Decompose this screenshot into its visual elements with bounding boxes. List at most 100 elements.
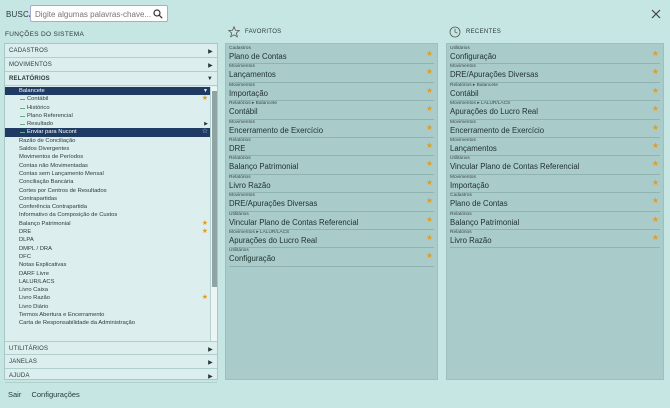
item-name[interactable]: Contábil: [450, 89, 660, 99]
item-name[interactable]: DRE/Apurações Diversas: [229, 199, 434, 209]
item-name[interactable]: Apurações do Lucro Real: [229, 236, 434, 246]
favoritos-item[interactable]: Movimentos Lançamentos ★: [229, 64, 434, 83]
tree-item[interactable]: Conciliação Bancária: [5, 178, 212, 186]
star-filled-icon[interactable]: ★: [426, 215, 433, 224]
item-name[interactable]: Balanço Patrimonial: [450, 218, 660, 228]
item-name[interactable]: Plano de Contas: [229, 52, 434, 62]
tree-item[interactable]: Contábil ★: [5, 95, 212, 103]
star-filled-icon[interactable]: ★: [426, 141, 433, 150]
tree-item[interactable]: Livro Razão ★: [5, 294, 212, 302]
tree-item[interactable]: Informativo da Composição de Custos: [5, 211, 212, 219]
tree-item[interactable]: Balancete ▼: [5, 87, 212, 96]
recentes-item[interactable]: Relatórios Livro Razão ★: [450, 230, 660, 249]
star-filled-icon[interactable]: ★: [652, 49, 659, 58]
star-filled-icon[interactable]: ★: [202, 95, 208, 103]
recentes-item[interactable]: Utilitários Configuração ★: [450, 46, 660, 65]
tree-item[interactable]: DRE ★: [5, 228, 212, 236]
section-movimentos[interactable]: MOVIMENTOS ▶: [5, 58, 217, 72]
favoritos-item[interactable]: Movimentos Importação ★: [229, 83, 434, 102]
item-name[interactable]: Livro Razão: [450, 236, 660, 246]
item-name[interactable]: DRE: [229, 144, 434, 154]
scrollbar[interactable]: [210, 87, 217, 341]
search-icon[interactable]: [153, 9, 163, 19]
tree-item[interactable]: Conferência Contrapartida: [5, 203, 212, 211]
tree-item[interactable]: Notas Explicativas: [5, 261, 212, 269]
item-name[interactable]: Configuração: [229, 254, 434, 264]
close-icon[interactable]: [650, 8, 662, 20]
section-utilitarios[interactable]: UTILITÁRIOS ▶: [5, 341, 217, 355]
search-input[interactable]: [35, 8, 153, 20]
scrollbar-thumb[interactable]: [212, 91, 217, 287]
item-name[interactable]: Apurações do Lucro Real: [450, 107, 660, 117]
tree-item[interactable]: DARF Livre: [5, 270, 212, 278]
item-name[interactable]: Vincular Plano de Contas Referencial: [450, 162, 660, 172]
recentes-item[interactable]: Cadastros Plano de Contas ★: [450, 193, 660, 212]
settings-link[interactable]: Configurações: [31, 390, 79, 399]
item-name[interactable]: Lançamentos: [229, 70, 434, 80]
item-name[interactable]: Livro Razão: [229, 181, 434, 191]
star-filled-icon[interactable]: ★: [426, 233, 433, 242]
star-filled-icon[interactable]: ★: [426, 251, 433, 260]
star-filled-icon[interactable]: ★: [652, 67, 659, 76]
tree-item[interactable]: Plano Referencial: [5, 112, 212, 120]
tree-item[interactable]: Livro Diário: [5, 303, 212, 311]
tree-item[interactable]: Saldos Divergentes: [5, 145, 212, 153]
favoritos-item[interactable]: Movimentos ▸ LALUR/LACS Apurações do Lucr…: [229, 230, 434, 249]
tree-item[interactable]: Contrapartidas: [5, 195, 212, 203]
star-filled-icon[interactable]: ★: [652, 104, 659, 113]
star-filled-icon[interactable]: ★: [202, 228, 208, 236]
star-outline-icon[interactable]: ☆: [202, 128, 208, 136]
tree-item[interactable]: LALUR/LACS: [5, 278, 212, 286]
star-filled-icon[interactable]: ★: [652, 215, 659, 224]
favoritos-item[interactable]: Relatórios DRE ★: [229, 138, 434, 157]
search-box[interactable]: [30, 5, 168, 22]
item-name[interactable]: Importação: [450, 181, 660, 191]
star-filled-icon[interactable]: ★: [652, 141, 659, 150]
star-filled-icon[interactable]: ★: [652, 123, 659, 132]
exit-link[interactable]: Sair: [8, 390, 21, 399]
star-filled-icon[interactable]: ★: [426, 104, 433, 113]
tree-item[interactable]: Contas não Movimentadas: [5, 162, 212, 170]
recentes-item[interactable]: Movimentos Importação ★: [450, 175, 660, 194]
star-filled-icon[interactable]: ★: [202, 294, 208, 302]
recentes-item[interactable]: Movimentos Lançamentos ★: [450, 138, 660, 157]
recentes-item[interactable]: Movimentos DRE/Apurações Diversas ★: [450, 64, 660, 83]
star-filled-icon[interactable]: ★: [202, 220, 208, 228]
tree-item[interactable]: Contas sem Lançamento Mensal: [5, 170, 212, 178]
tree-item[interactable]: DLPA: [5, 236, 212, 244]
tree-item[interactable]: Razão de Conciliação: [5, 137, 212, 145]
star-filled-icon[interactable]: ★: [652, 86, 659, 95]
favoritos-item[interactable]: Movimentos DRE/Apurações Diversas ★: [229, 193, 434, 212]
favoritos-item[interactable]: Relatórios ▸ Balancete Contábil ★: [229, 101, 434, 120]
star-filled-icon[interactable]: ★: [426, 196, 433, 205]
recentes-item[interactable]: Movimentos Encerramento de Exercício ★: [450, 120, 660, 138]
tree-item[interactable]: DFC: [5, 253, 212, 261]
section-relatorios[interactable]: RELATÓRIOS ▼: [5, 72, 217, 86]
tree-item[interactable]: Carta de Responsabilidade da Administraç…: [5, 319, 212, 327]
tree-item[interactable]: Movimentos de Períodos: [5, 153, 212, 161]
tree-item[interactable]: Termos Abertura e Encerramento: [5, 311, 212, 319]
section-ajuda[interactable]: AJUDA ▶: [5, 369, 217, 383]
tree-item[interactable]: Livro Caixa: [5, 286, 212, 294]
recentes-item[interactable]: Movimentos ▸ LALUR/LACS Apurações do Lucr…: [450, 101, 660, 120]
item-name[interactable]: Encerramento de Exercício: [229, 126, 434, 136]
star-filled-icon[interactable]: ★: [426, 86, 433, 95]
favoritos-item[interactable]: Utilitários Vincular Plano de Contas Refe…: [229, 212, 434, 230]
tree-item[interactable]: Balanço Patrimonial ★: [5, 220, 212, 228]
favoritos-item[interactable]: Relatórios Livro Razão ★: [229, 175, 434, 194]
favoritos-item[interactable]: Movimentos Encerramento de Exercício ★: [229, 120, 434, 138]
section-cadastros[interactable]: CADASTROS ▶: [5, 44, 217, 58]
star-filled-icon[interactable]: ★: [652, 178, 659, 187]
star-filled-icon[interactable]: ★: [652, 196, 659, 205]
tree-item[interactable]: Enviar para Nucont ☆: [5, 128, 212, 137]
item-name[interactable]: Balanço Patrimonial: [229, 162, 434, 172]
section-janelas[interactable]: JANELAS ▶: [5, 355, 217, 369]
tree-item[interactable]: Histórico: [5, 104, 212, 112]
star-filled-icon[interactable]: ★: [426, 178, 433, 187]
tree-item[interactable]: Resultado ▶: [5, 120, 212, 128]
favoritos-item[interactable]: Utilitários Configuração ★: [229, 248, 434, 267]
recentes-item[interactable]: Relatórios ▸ Balancete Contábil ★: [450, 83, 660, 102]
star-filled-icon[interactable]: ★: [426, 159, 433, 168]
item-name[interactable]: Importação: [229, 89, 434, 99]
item-name[interactable]: Vincular Plano de Contas Referencial: [229, 218, 434, 228]
